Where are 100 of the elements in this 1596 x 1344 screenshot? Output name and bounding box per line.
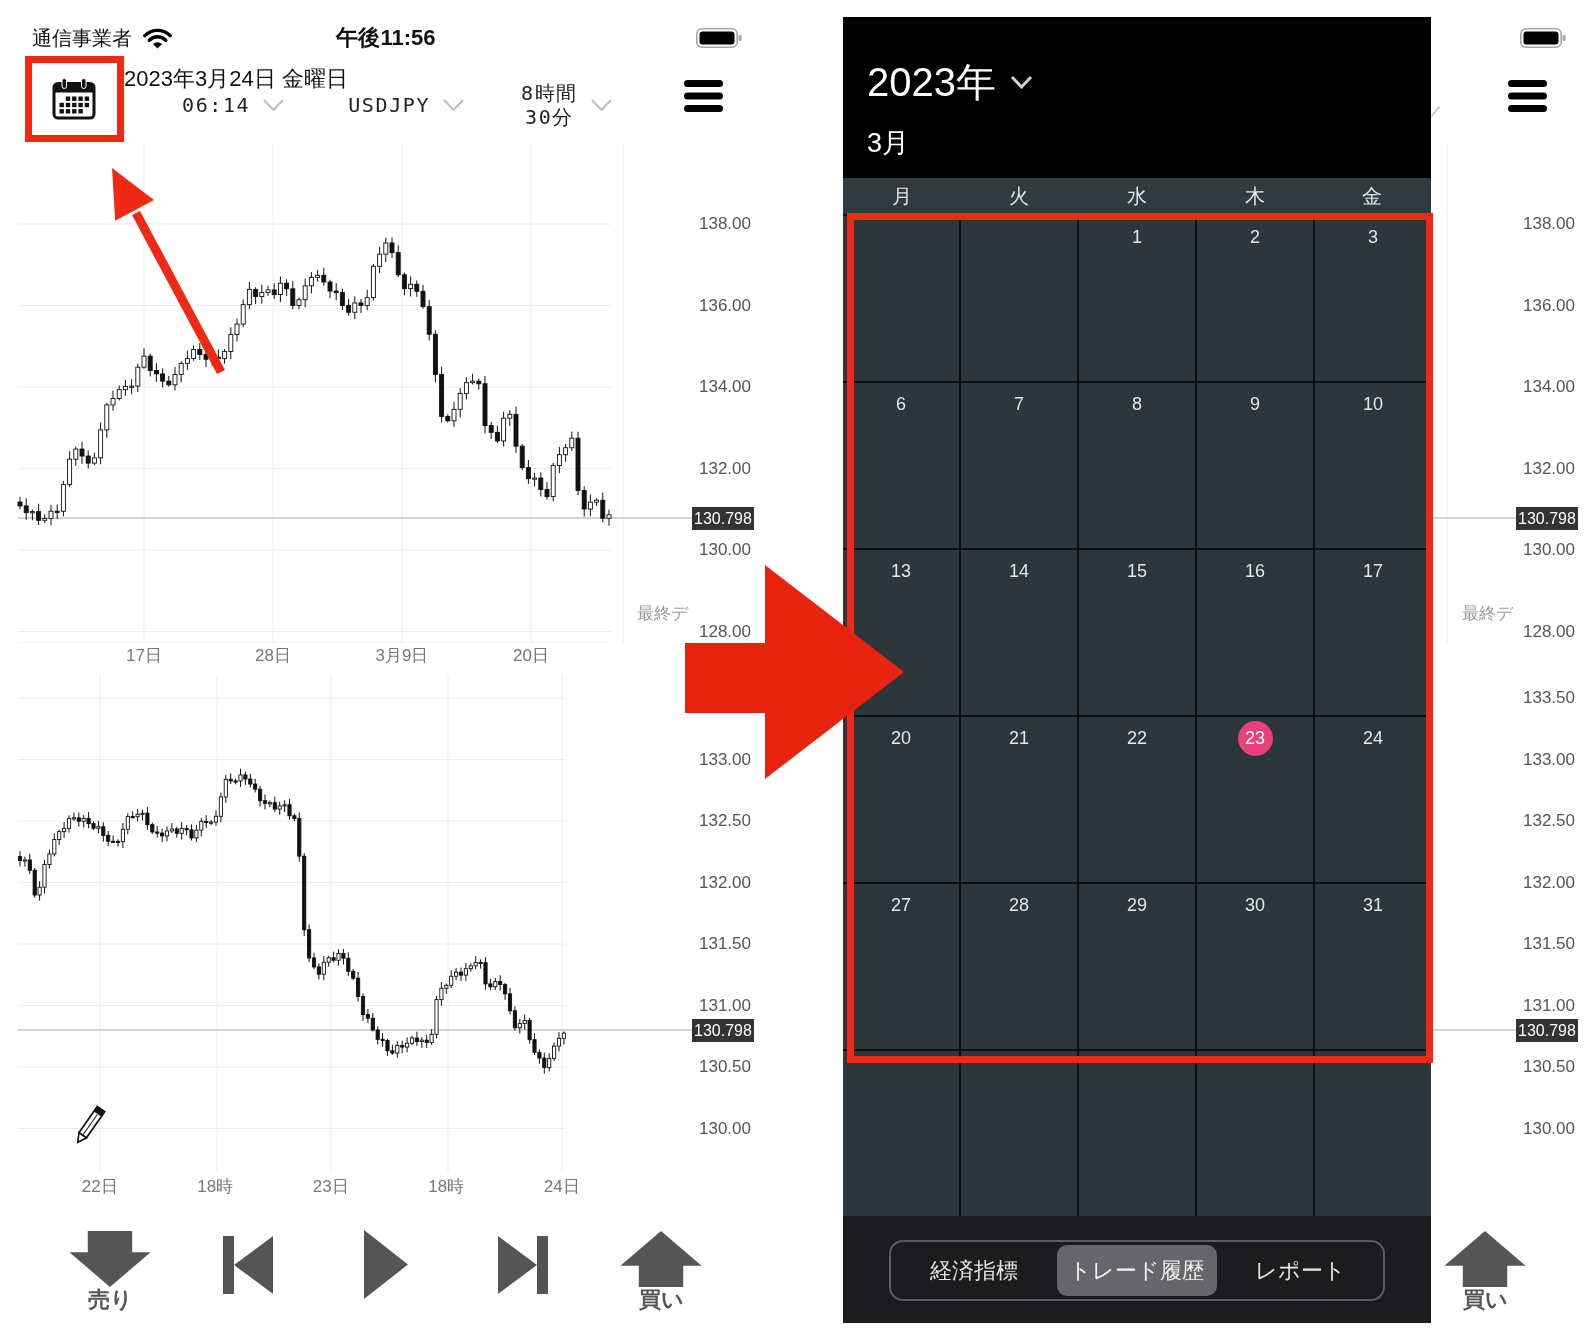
- day-number: 8: [1132, 393, 1142, 416]
- weekday-label: 月: [891, 183, 912, 209]
- day-number: 24: [1363, 727, 1383, 750]
- day-number: 9: [1250, 393, 1260, 416]
- axis-label: 20日: [513, 645, 549, 667]
- skip-forward-icon: [498, 1236, 549, 1294]
- year-dropdown[interactable]: 2023年: [867, 58, 1033, 106]
- up-arrow-icon: [1444, 1231, 1526, 1287]
- axis-label: 18時: [428, 1175, 465, 1198]
- calendar-day-cell[interactable]: 20: [843, 717, 959, 882]
- day-number: 6: [896, 393, 906, 416]
- buy-button[interactable]: 買い: [611, 1230, 711, 1313]
- calendar-day-cell[interactable]: 16: [1197, 550, 1313, 715]
- month-title: 3月: [867, 127, 910, 159]
- axis-label: 133.50: [1523, 688, 1575, 708]
- day-number: 16: [1245, 560, 1265, 583]
- axis-label: 130.00: [1523, 540, 1575, 560]
- header-dropdown[interactable]: USDJPY: [348, 93, 465, 117]
- calendar-day-cell[interactable]: 9: [1197, 383, 1313, 548]
- calendar-day-cell[interactable]: 14: [961, 550, 1077, 715]
- price-tag: 130.798: [692, 1018, 754, 1042]
- day-number: 2: [1250, 226, 1260, 249]
- chevron-down-icon: [590, 99, 612, 111]
- segment-tab[interactable]: 経済指標: [894, 1245, 1054, 1296]
- axis-label: 3月9日: [375, 645, 429, 667]
- axis-label: 131.50: [699, 934, 751, 954]
- calendar-day-cell[interactable]: 27: [843, 884, 959, 1049]
- calendar-day-cell[interactable]: 30: [1197, 884, 1313, 1049]
- axis-label: 132.00: [699, 872, 751, 893]
- axis-label: 22日: [81, 1175, 118, 1198]
- axis-label: 24日: [543, 1175, 580, 1198]
- calendar-day-cell[interactable]: 15: [1079, 550, 1195, 715]
- axis-label: 138.00: [1523, 214, 1575, 234]
- axis-label: 130.50: [1523, 1057, 1575, 1077]
- day-number: 29: [1127, 894, 1147, 917]
- segment-tab[interactable]: レポート: [1220, 1245, 1380, 1296]
- axis-note: 最終デ: [1462, 604, 1513, 624]
- calendar-day-cell[interactable]: 23: [1197, 717, 1313, 882]
- axis-label: 132.50: [1523, 811, 1575, 831]
- calendar-day-cell[interactable]: 29: [1079, 884, 1195, 1049]
- calendar-day-cell[interactable]: 8: [1079, 383, 1195, 548]
- day-number: 3: [1368, 226, 1378, 249]
- segment-tab[interactable]: トレード履歴: [1057, 1245, 1217, 1296]
- axis-label: 136.00: [699, 295, 751, 316]
- weekday-label: 木: [1244, 183, 1265, 209]
- calendar-day-cell[interactable]: 7: [961, 383, 1077, 548]
- calendar-day-cell[interactable]: 21: [961, 717, 1077, 882]
- axis-label: 138.00: [699, 214, 751, 234]
- date-title: 2023年3月24日 金曜日: [124, 65, 348, 93]
- price-tag: 130.798: [1516, 1018, 1578, 1042]
- axis-label: 128.00: [699, 621, 751, 642]
- day-number: 20: [891, 727, 911, 750]
- axis-label: 132.00: [1523, 872, 1575, 893]
- header-dropdown[interactable]: 8時間 30分: [521, 81, 612, 129]
- axis-label: 130.00: [1523, 1118, 1575, 1139]
- menu-icon[interactable]: [684, 80, 723, 112]
- day-number: 22: [1127, 727, 1147, 750]
- menu-icon[interactable]: [1508, 80, 1547, 112]
- axis-label: 132.50: [699, 811, 751, 831]
- day-number: 7: [1014, 393, 1024, 416]
- day-number: 27: [891, 894, 911, 917]
- day-number: 10: [1363, 393, 1383, 416]
- axis-label: 23日: [312, 1175, 349, 1198]
- skip-back-icon: [222, 1236, 273, 1294]
- day-number: 30: [1245, 894, 1265, 917]
- status-time: 午後11:56: [336, 24, 436, 52]
- day-number: 14: [1009, 560, 1029, 583]
- calendar-icon[interactable]: [52, 78, 96, 120]
- up-arrow-icon: [620, 1231, 702, 1287]
- sell-button[interactable]: 売り: [60, 1230, 160, 1313]
- weekday-label: 火: [1009, 183, 1030, 209]
- axis-label: 17日: [126, 645, 162, 667]
- day-number: 28: [1009, 894, 1029, 917]
- axis-label: 28日: [255, 645, 291, 667]
- axis-label: 136.00: [1523, 295, 1575, 316]
- battery-icon: [696, 28, 742, 48]
- day-number: 17: [1363, 560, 1383, 583]
- calendar-day-cell[interactable]: 28: [961, 884, 1077, 1049]
- calendar-day-cell[interactable]: 22: [1079, 717, 1195, 882]
- carrier-name: 通信事業者: [32, 25, 132, 51]
- axis-label: 132.00: [699, 458, 751, 479]
- price-tag: 130.798: [692, 506, 754, 530]
- buy-button[interactable]: 買い: [1435, 1230, 1535, 1313]
- price-tag: 130.798: [1516, 506, 1578, 530]
- chevron-down-icon: [263, 99, 285, 111]
- axis-label: 133.00: [699, 749, 751, 770]
- weekday-label: 金: [1362, 183, 1383, 209]
- axis-note: 最終デ: [637, 604, 688, 624]
- day-number: 13: [891, 560, 911, 583]
- chevron-icon: [1431, 106, 1440, 117]
- chevron-down-icon: [443, 99, 465, 111]
- chevron-down-icon: [1010, 75, 1033, 89]
- axis-label: 128.00: [1523, 621, 1575, 642]
- axis-label: 18時: [197, 1175, 234, 1198]
- day-number: 21: [1009, 727, 1029, 750]
- calendar-day-cell[interactable]: 6: [843, 383, 959, 548]
- header-dropdown[interactable]: 06:14: [182, 93, 285, 117]
- day-number: 31: [1363, 894, 1383, 917]
- play-icon: [363, 1230, 408, 1299]
- day-number: 23: [1237, 721, 1273, 756]
